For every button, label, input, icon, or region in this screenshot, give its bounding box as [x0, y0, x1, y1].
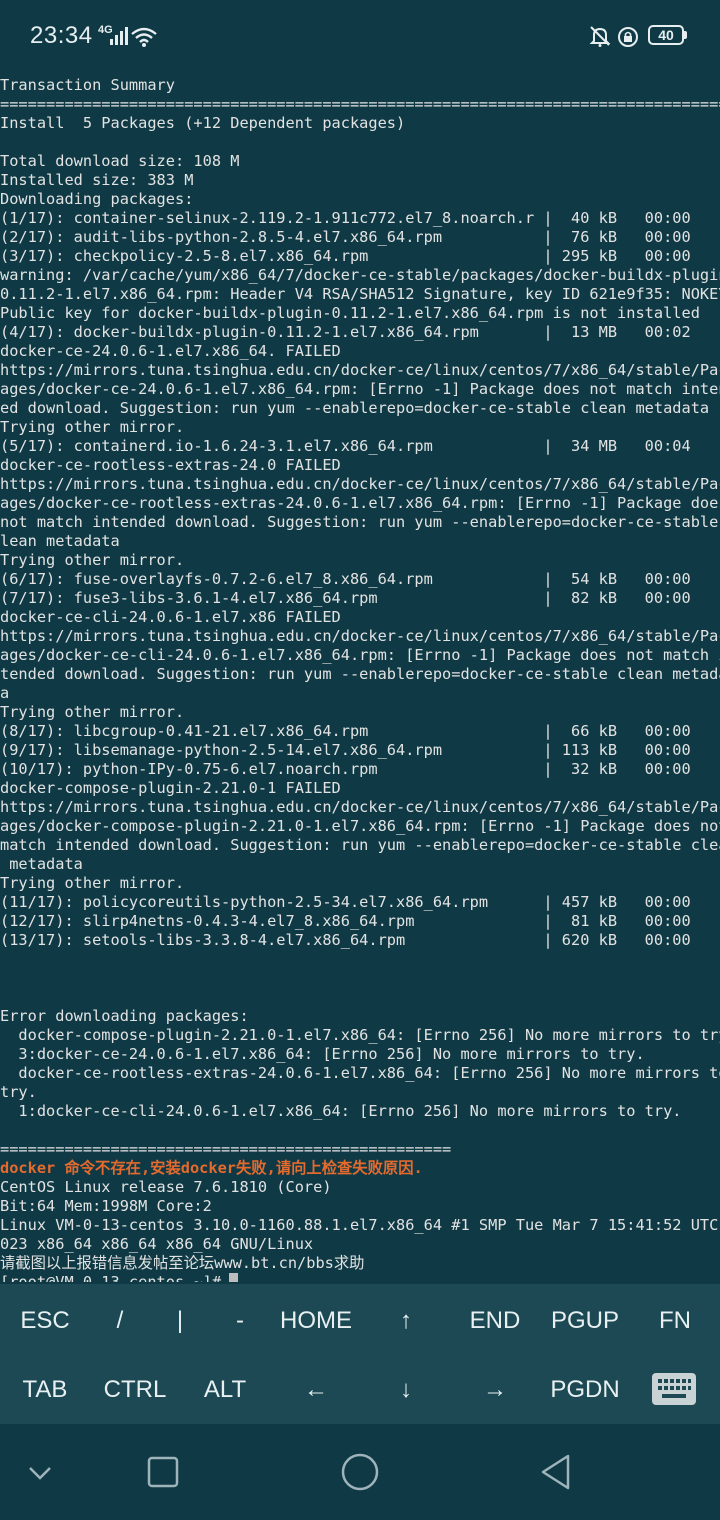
terminal-line: https://mirrors.tuna.tsinghua.edu.cn/doc… — [0, 475, 720, 493]
terminal-line: (1/17): container-selinux-2.119.2-1.911c… — [0, 209, 691, 227]
key-home[interactable]: HOME — [272, 1286, 360, 1356]
terminal-line: ed download. Suggestion: run yum --enabl… — [0, 399, 710, 417]
terminal-prompt-line: [root@VM-0-13-centos ~]# — [0, 1273, 720, 1282]
terminal-line: 1:docker-ce-cli-24.0.6-1.el7.x86_64: [Er… — [0, 1102, 682, 1120]
terminal-line: ========================================… — [0, 95, 720, 113]
terminal-line: lean metadata — [0, 532, 120, 550]
rotation-lock-icon — [618, 27, 638, 47]
terminal-line: Bit:64 Mem:1998M Core:2 — [0, 1197, 212, 1215]
home-circle-icon[interactable] — [340, 1452, 380, 1492]
key-pgdn[interactable]: PGDN — [541, 1355, 629, 1425]
shell-prompt: [root@VM-0-13-centos ~]# — [0, 1273, 222, 1282]
terminal-line: Public key for docker-buildx-plugin-0.11… — [0, 304, 700, 322]
terminal-line: Trying other mirror. — [0, 874, 185, 892]
bell-off-icon — [589, 26, 611, 47]
terminal-line: https://mirrors.tuna.tsinghua.edu.cn/doc… — [0, 798, 720, 816]
key-symbol-5[interactable]: → — [451, 1355, 539, 1425]
status-bar: 23:34 4G 40 — [0, 0, 720, 76]
terminal-line: docker-compose-plugin-2.21.0-1 FAILED — [0, 779, 341, 797]
terminal-line: Trying other mirror. — [0, 703, 185, 721]
terminal-line: (8/17): libcgroup-0.41-21.el7.x86_64.rpm… — [0, 722, 691, 740]
battery-tip — [684, 31, 687, 39]
terminal-line: ages/docker-ce-24.0.6-1.el7.x86_64.rpm: … — [0, 380, 720, 398]
key-fn[interactable]: FN — [631, 1286, 719, 1356]
terminal-line: Installed size: 383 M — [0, 171, 194, 189]
key-pgup[interactable]: PGUP — [541, 1286, 629, 1356]
key-tab[interactable]: TAB — [1, 1355, 89, 1425]
terminal-line: docker-ce-rootless-extras-24.0 FAILED — [0, 456, 341, 474]
recents-square-icon[interactable] — [146, 1455, 180, 1489]
terminal-line: Trying other mirror. — [0, 551, 185, 569]
terminal-line: warning: /var/cache/yum/x86_64/7/docker-… — [0, 266, 720, 284]
keyboard-glyph — [658, 1379, 691, 1398]
terminal-line: (11/17): policycoreutils-python-2.5-34.e… — [0, 893, 691, 911]
terminal-line: (10/17): python-IPy-0.75-6.el7.noarch.rp… — [0, 760, 691, 778]
terminal-line: tended download. Suggestion: run yum --e… — [0, 665, 720, 683]
terminal-line: https://mirrors.tuna.tsinghua.edu.cn/doc… — [0, 627, 720, 645]
signal-icon — [110, 27, 128, 45]
terminal-line: 请截图以上报错信息发帖至论坛www.bt.cn/bbs求助 — [0, 1254, 365, 1272]
terminal-line: ========================================… — [0, 1140, 452, 1158]
terminal-line: (12/17): slirp4netns-0.4.3-4.el7_8.x86_6… — [0, 912, 691, 930]
navigation-bar — [0, 1424, 720, 1520]
terminal-line: CentOS Linux release 7.6.1810 (Core) — [0, 1178, 332, 1196]
terminal-line: (13/17): setools-libs-3.3.8-4.el7.x86_64… — [0, 931, 691, 949]
terminal-line: (9/17): libsemanage-python-2.5-14.el7.x8… — [0, 741, 691, 759]
key-symbol-3[interactable]: ← — [272, 1355, 360, 1425]
terminal-line: 023 x86_64 x86_64 x86_64 GNU/Linux — [0, 1235, 314, 1253]
terminal-line: (3/17): checkpolicy-2.5-8.el7.x86_64.rpm… — [0, 247, 691, 265]
terminal-line: (5/17): containerd.io-1.6.24-3.1.el7.x86… — [0, 437, 691, 455]
battery-icon: 40 — [648, 25, 684, 45]
terminal-line: Total download size: 108 M — [0, 152, 240, 170]
terminal-line: docker-ce-cli-24.0.6-1.el7.x86 FAILED — [0, 608, 341, 626]
terminal-line: metadata — [0, 855, 83, 873]
text-cursor — [229, 1273, 239, 1282]
terminal-line: https://mirrors.tuna.tsinghua.edu.cn/doc… — [0, 361, 720, 379]
keyboard-icon[interactable] — [652, 1373, 696, 1405]
terminal-line: (7/17): fuse3-libs-3.6.1-4.el7.x86_64.rp… — [0, 589, 691, 607]
key-symbol-3[interactable]: - — [196, 1286, 284, 1356]
key-end[interactable]: END — [451, 1286, 539, 1356]
terminal-line: ages/docker-compose-plugin-2.21.0-1.el7.… — [0, 817, 720, 835]
terminal-line: (4/17): docker-buildx-plugin-0.11.2-1.el… — [0, 323, 691, 341]
terminal-line: Trying other mirror. — [0, 418, 185, 436]
wifi-icon — [131, 27, 157, 47]
terminal-line: Error downloading packages: — [0, 1007, 249, 1025]
terminal-line: not match intended download. Suggestion:… — [0, 513, 720, 531]
terminal-line: docker-compose-plugin-2.21.0-1.el7.x86_6… — [0, 1026, 720, 1044]
key-alt[interactable]: ALT — [181, 1355, 269, 1425]
terminal-line: try. — [0, 1083, 37, 1101]
battery-level: 40 — [658, 27, 674, 43]
key-symbol-5[interactable]: ↑ — [362, 1286, 450, 1356]
terminal-line: match intended download. Suggestion: run… — [0, 836, 720, 854]
terminal-error-line: docker 命令不存在,安装docker失败,请向上检查失败原因. — [0, 1159, 423, 1177]
status-time: 23:34 — [30, 22, 93, 49]
terminal-line: (2/17): audit-libs-python-2.8.5-4.el7.x8… — [0, 228, 691, 246]
terminal-output[interactable]: Transaction Summary =====================… — [0, 76, 720, 1282]
chevron-down-icon[interactable] — [26, 1463, 54, 1483]
terminal-line: Transaction Summary — [0, 76, 175, 94]
back-triangle-icon[interactable] — [538, 1453, 574, 1491]
terminal-line: docker-ce-rootless-extras-24.0.6-1.el7.x… — [0, 1064, 720, 1082]
terminal-line: (6/17): fuse-overlayfs-0.7.2-6.el7_8.x86… — [0, 570, 691, 588]
terminal-line: Downloading packages: — [0, 190, 194, 208]
terminal-line: a — [0, 684, 10, 702]
terminal-line: 3:docker-ce-24.0.6-1.el7.x86_64: [Errno … — [0, 1045, 645, 1063]
terminal-line: Install 5 Packages (+12 Dependent packag… — [0, 114, 406, 132]
terminal-line: docker-ce-24.0.6-1.el7.x86_64. FAILED — [0, 342, 341, 360]
terminal-line: ages/docker-ce-rootless-extras-24.0.6-1.… — [0, 494, 720, 512]
key-symbol-4[interactable]: ↓ — [362, 1355, 450, 1425]
key-ctrl[interactable]: CTRL — [91, 1355, 179, 1425]
terminal-line: 0.11.2-1.el7.x86_64.rpm: Header V4 RSA/S… — [0, 285, 720, 303]
terminal-line: Linux VM-0-13-centos 3.10.0-1160.88.1.el… — [0, 1216, 720, 1234]
terminal-line: ages/docker-ce-cli-24.0.6-1.el7.x86_64.r… — [0, 646, 720, 664]
